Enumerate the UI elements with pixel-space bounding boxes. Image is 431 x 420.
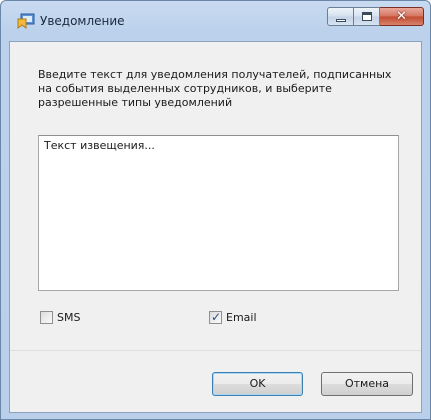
email-label: Email	[226, 311, 257, 324]
notification-dialog-window: Уведомление ✕ Введите текст для уведомле…	[0, 0, 431, 420]
maximize-icon	[362, 12, 372, 21]
close-icon: ✕	[396, 9, 407, 24]
caption-buttons: ✕	[327, 7, 424, 27]
maximize-button[interactable]	[354, 7, 380, 26]
sms-label: SMS	[57, 311, 81, 324]
sms-option[interactable]: SMS	[40, 311, 80, 324]
sms-checkbox[interactable]	[40, 311, 53, 324]
close-button[interactable]: ✕	[380, 7, 424, 26]
checkmark-icon: ✓	[211, 310, 222, 324]
title-bar[interactable]: Уведомление ✕	[1, 1, 430, 41]
window-title: Уведомление	[40, 14, 125, 28]
dialog-body: Введите текст для уведомления получателе…	[9, 41, 422, 413]
instruction-text: Введите текст для уведомления получателе…	[38, 68, 392, 109]
minimize-button[interactable]	[327, 7, 354, 26]
minimize-icon	[336, 19, 346, 22]
email-option[interactable]: ✓ Email	[209, 310, 257, 324]
notification-app-icon	[17, 13, 35, 29]
email-checkbox[interactable]: ✓	[209, 310, 222, 324]
ok-button[interactable]: OK	[212, 372, 303, 396]
cancel-button[interactable]: Отмена	[321, 372, 413, 396]
message-textarea[interactable]: Текст извещения...	[38, 135, 399, 291]
button-separator	[10, 350, 421, 351]
